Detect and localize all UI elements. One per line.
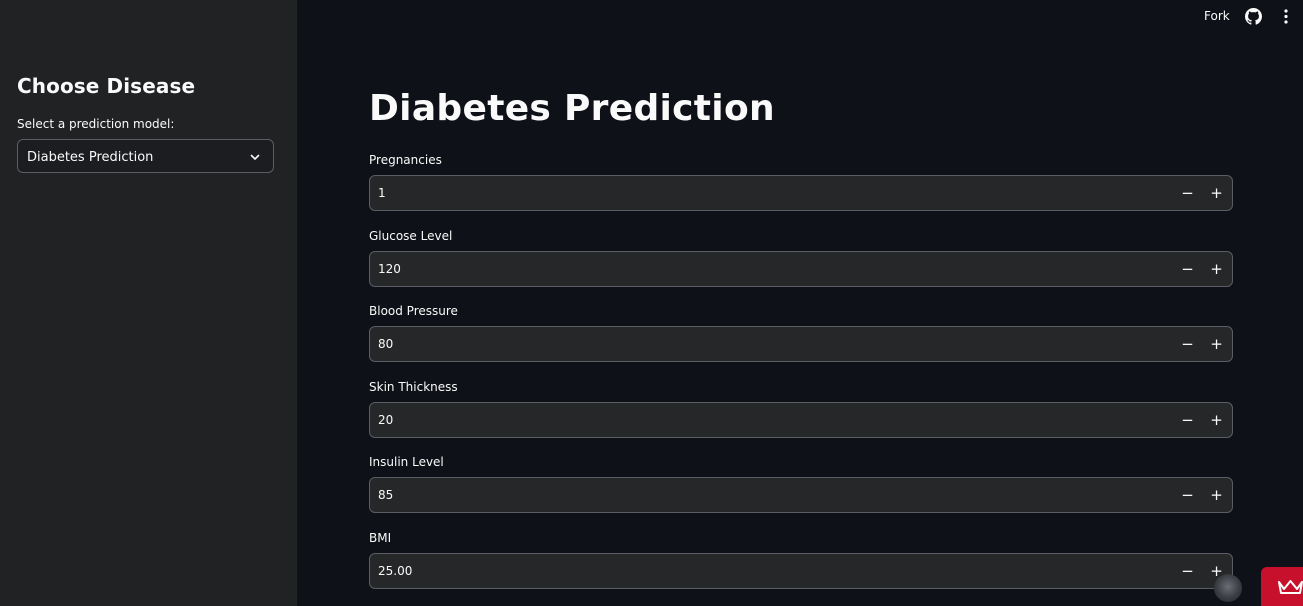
field-insulin: Insulin Level − + — [369, 455, 1233, 513]
crown-icon — [1278, 580, 1303, 594]
number-input-wrapper: − + — [369, 251, 1233, 287]
decrement-button[interactable]: − — [1173, 252, 1202, 286]
field-skin-thickness: Skin Thickness − + — [369, 380, 1233, 438]
bmi-input[interactable] — [378, 554, 1158, 588]
page-title: Diabetes Prediction — [369, 88, 775, 129]
increment-button[interactable]: + — [1202, 478, 1231, 512]
app-root: Choose Disease Select a prediction model… — [0, 0, 1303, 606]
field-label: Blood Pressure — [369, 304, 458, 318]
skin-thickness-input[interactable] — [378, 403, 1158, 437]
increment-button[interactable]: + — [1202, 327, 1231, 361]
field-pregnancies: Pregnancies − + — [369, 153, 1233, 211]
decrement-button[interactable]: − — [1173, 176, 1202, 210]
glucose-input[interactable] — [378, 252, 1158, 286]
decrement-button[interactable]: − — [1173, 327, 1202, 361]
blood-pressure-input[interactable] — [378, 327, 1158, 361]
kebab-menu-icon[interactable] — [1280, 8, 1292, 25]
chevron-down-icon — [250, 154, 260, 160]
number-input-wrapper: − + — [369, 477, 1233, 513]
field-label: Skin Thickness — [369, 380, 458, 394]
status-orb-icon[interactable] — [1214, 574, 1242, 602]
streamlit-badge[interactable] — [1261, 567, 1303, 606]
field-label: Glucose Level — [369, 229, 453, 243]
field-glucose: Glucose Level − + — [369, 229, 1233, 287]
github-icon[interactable] — [1245, 8, 1262, 25]
field-label: Insulin Level — [369, 455, 444, 469]
fork-link[interactable]: Fork — [1204, 9, 1230, 23]
model-select[interactable]: Diabetes Prediction — [17, 139, 274, 173]
decrement-button[interactable]: − — [1173, 478, 1202, 512]
increment-button[interactable]: + — [1202, 252, 1231, 286]
number-input-wrapper: − + — [369, 553, 1233, 589]
field-blood-pressure: Blood Pressure − + — [369, 304, 1233, 362]
sidebar: Choose Disease Select a prediction model… — [0, 0, 297, 606]
insulin-input[interactable] — [378, 478, 1158, 512]
number-input-wrapper: − + — [369, 402, 1233, 438]
select-label: Select a prediction model: — [17, 117, 175, 131]
sidebar-title: Choose Disease — [17, 74, 196, 98]
increment-button[interactable]: + — [1202, 403, 1231, 437]
increment-button[interactable]: + — [1202, 176, 1231, 210]
field-label: BMI — [369, 531, 392, 545]
number-input-wrapper: − + — [369, 326, 1233, 362]
decrement-button[interactable]: − — [1173, 554, 1202, 588]
pregnancies-input[interactable] — [378, 176, 1158, 210]
number-input-wrapper: − + — [369, 175, 1233, 211]
model-select-value: Diabetes Prediction — [27, 150, 154, 165]
field-label: Pregnancies — [369, 153, 442, 167]
decrement-button[interactable]: − — [1173, 403, 1202, 437]
field-bmi: BMI − + — [369, 531, 1233, 589]
